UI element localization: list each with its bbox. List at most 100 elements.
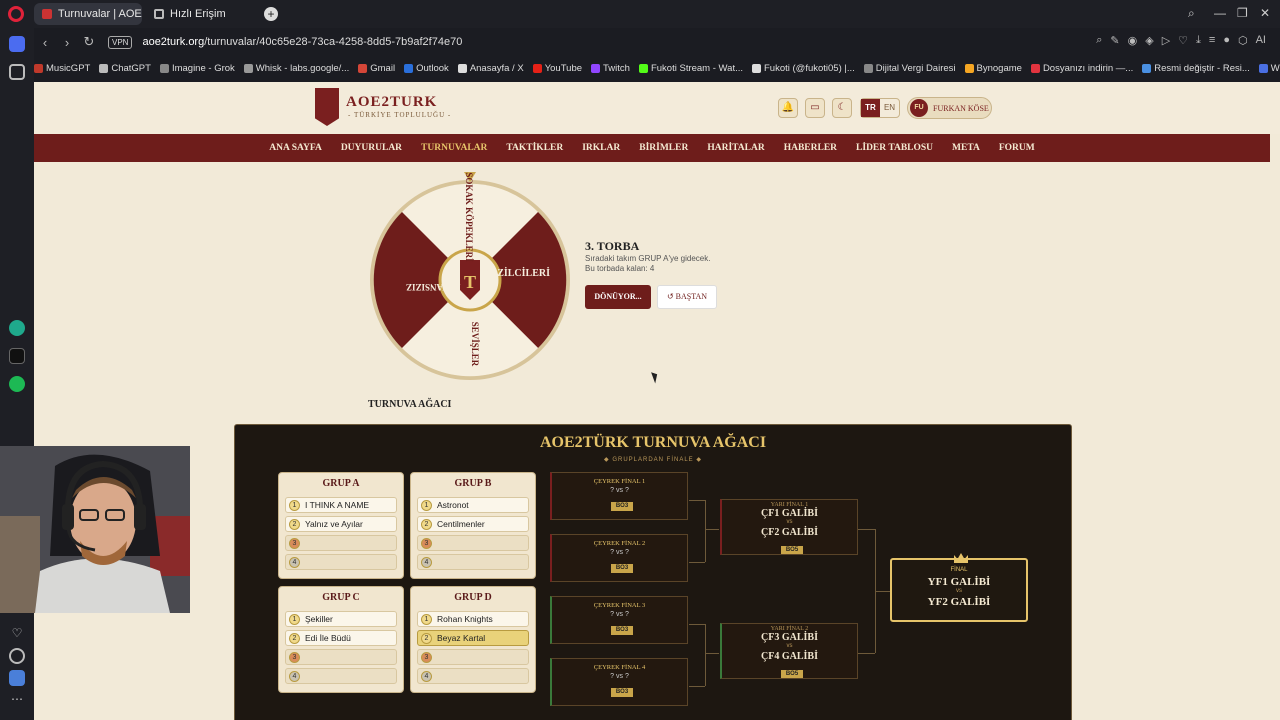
logo-title[interactable]: AOE2TURK: [346, 94, 437, 111]
play-icon[interactable]: ▷: [1162, 34, 1170, 47]
heart-icon[interactable]: ♡: [1178, 34, 1188, 47]
team-slot[interactable]: 2 Centilmenler: [417, 516, 529, 532]
vpn-badge[interactable]: VPN: [108, 35, 133, 49]
edit-icon[interactable]: ✎: [1110, 34, 1119, 47]
final-match[interactable]: FİNAL YF1 GALİBİ vs YF2 GALİBİ: [890, 553, 1028, 622]
close-window-icon[interactable]: ✕: [1260, 6, 1270, 20]
bookmark-item[interactable]: Resmi değiştir - Resi...: [1142, 63, 1250, 74]
bookmark-item[interactable]: ChatGPT: [99, 63, 151, 74]
user-menu[interactable]: FU FURKAN KÖSE: [907, 97, 992, 119]
reload-icon[interactable]: ↻: [78, 34, 100, 50]
home-icon[interactable]: [9, 36, 25, 52]
window-icon[interactable]: ▭: [805, 98, 825, 118]
nav-item[interactable]: HARİTALAR: [707, 143, 764, 153]
team-name: Beyaz Kartal: [437, 633, 486, 643]
tab-turnuvalar[interactable]: Turnuvalar | AOE2TÜR: [34, 3, 142, 25]
browser-toolbar: ⌕ ✎ ◉ ◈ ▷ ♡ ⤓ ≡ ● ⬡ AI: [1096, 34, 1266, 47]
quarterfinal-match[interactable]: ÇEYREK FİNAL 3 ? vs ? BO3: [550, 596, 688, 644]
bookmark-item[interactable]: Fukoti (@fukoti05) |...: [752, 63, 855, 74]
bookmark-item[interactable]: MusicGPT: [34, 63, 90, 74]
bookmark-item[interactable]: Gmail: [358, 63, 395, 74]
team-slot[interactable]: 1 Rohan Knights: [417, 611, 529, 627]
heart-icon[interactable]: ♡: [9, 626, 25, 642]
match-title: ÇEYREK FİNAL 2: [593, 540, 646, 547]
match-teams: ? vs ?: [610, 487, 629, 494]
nav-item[interactable]: DUYURULAR: [341, 143, 402, 153]
quarterfinal-match[interactable]: ÇEYREK FİNAL 2 ? vs ? BO3: [550, 534, 688, 582]
history-clock-icon[interactable]: [9, 648, 25, 664]
bookmark-item[interactable]: Anasayfa / X: [457, 63, 524, 74]
semifinal-match[interactable]: YARI FİNAL 2 ÇF3 GALİBİ vs ÇF4 GALİBİ BO5: [720, 623, 858, 679]
zoom-search-icon[interactable]: ⌕: [1096, 34, 1102, 47]
menu-icon[interactable]: ≡: [1209, 34, 1215, 47]
bookmark-item[interactable]: Whisk - labs.google/...: [243, 63, 349, 74]
team-slot[interactable]: 2 Beyaz Kartal: [417, 630, 529, 646]
chatgpt-icon[interactable]: [9, 320, 25, 336]
extension-icon[interactable]: [9, 670, 25, 686]
team-slot[interactable]: 1 I THINK A NAME: [285, 497, 397, 513]
team-slot[interactable]: 2 Edi İle Büdü: [285, 630, 397, 646]
ai-button[interactable]: AI: [1256, 34, 1266, 47]
section-label: TURNUVA AĞACI: [368, 399, 452, 410]
bookmark-item[interactable]: Dosyanızı indirin —...: [1030, 63, 1133, 74]
spin-button[interactable]: DÖNÜYOR...: [585, 285, 651, 309]
spotify-icon[interactable]: [9, 376, 25, 392]
x-twitter-icon[interactable]: [9, 348, 25, 364]
team-slot[interactable]: 3: [417, 535, 529, 551]
reset-button[interactable]: ↺ BAŞTAN: [657, 285, 717, 309]
team-slot[interactable]: 1 Şekiller: [285, 611, 397, 627]
maximize-icon[interactable]: ❐: [1237, 6, 1248, 20]
forward-arrow-icon[interactable]: ›: [56, 35, 78, 50]
new-tab-plus-icon[interactable]: +: [264, 7, 278, 21]
profile-icon[interactable]: ●: [1223, 34, 1230, 47]
download-icon[interactable]: ⤓: [1196, 34, 1201, 47]
nav-item[interactable]: BİRİMLER: [639, 143, 688, 153]
search-tabs-icon[interactable]: ⌕: [1188, 6, 1195, 21]
team-slot[interactable]: 3: [285, 535, 397, 551]
semifinal-match[interactable]: YARI FİNAL 1 ÇF1 GALİBİ vs ÇF2 GALİBİ BO5: [720, 499, 858, 555]
bookmark-item[interactable]: Dijital Vergi Dairesi: [863, 63, 956, 74]
more-dots-icon[interactable]: ⋯: [9, 692, 25, 708]
nav-item[interactable]: FORUM: [999, 143, 1035, 153]
team-slot[interactable]: 4: [417, 668, 529, 684]
team-slot[interactable]: 3: [285, 649, 397, 665]
lang-tr[interactable]: TR: [861, 99, 880, 117]
aoe2turk-logo-icon[interactable]: [315, 88, 339, 126]
moon-icon[interactable]: ☾: [832, 98, 852, 118]
team-slot[interactable]: 3: [417, 649, 529, 665]
bookmark-item[interactable]: Twitch: [591, 63, 630, 74]
shield-icon[interactable]: ◈: [1145, 34, 1153, 47]
cube-icon[interactable]: ⬡: [1238, 34, 1248, 47]
quarterfinal-match[interactable]: ÇEYREK FİNAL 4 ? vs ? BO3: [550, 658, 688, 706]
url-field[interactable]: aoe2turk.org/turnuvalar/40c65e28-73ca-42…: [142, 36, 462, 48]
bookmark-item[interactable]: Bynogame: [964, 63, 1022, 74]
star-icon[interactable]: [9, 64, 25, 80]
nav-item[interactable]: LİDER TABLOSU: [856, 143, 933, 153]
camera-icon[interactable]: ◉: [1128, 34, 1138, 47]
team-slot[interactable]: 4: [417, 554, 529, 570]
bookmark-item[interactable]: Welcome - Triggerfyre: [1258, 63, 1280, 74]
team-slot[interactable]: 4: [285, 668, 397, 684]
bookmark-item[interactable]: Fukoti Stream - Wat...: [638, 63, 743, 74]
minimize-icon[interactable]: —: [1214, 6, 1226, 20]
group-card: GRUP D 1 Rohan Knights 2 Beyaz Kartal 3 4: [410, 586, 536, 693]
bookmark-item[interactable]: Imagine - Grok: [159, 63, 235, 74]
team-wheel[interactable]: T SOKAK KÖPEKLERİ TC ZİLCİLERİ SEVİŞLER …: [368, 172, 572, 382]
bookmark-item[interactable]: YouTube: [532, 63, 582, 74]
nav-item[interactable]: ANA SAYFA: [269, 143, 322, 153]
opera-logo-icon[interactable]: [8, 6, 24, 22]
quarterfinal-match[interactable]: ÇEYREK FİNAL 1 ? vs ? BO3: [550, 472, 688, 520]
bell-icon[interactable]: 🔔: [778, 98, 798, 118]
nav-item[interactable]: TAKTİKLER: [506, 143, 563, 153]
team-slot[interactable]: 4: [285, 554, 397, 570]
team-slot[interactable]: 2 Yalnız ve Ayılar: [285, 516, 397, 532]
lang-en[interactable]: EN: [880, 99, 899, 117]
back-arrow-icon[interactable]: ‹: [34, 35, 56, 50]
nav-item[interactable]: TURNUVALAR: [421, 143, 487, 153]
tab-hizli-erisim[interactable]: Hızlı Erişim: [146, 3, 258, 25]
nav-item[interactable]: HABERLER: [784, 143, 837, 153]
nav-item[interactable]: IRKLAR: [582, 143, 620, 153]
bookmark-item[interactable]: Outlook: [404, 63, 449, 74]
team-slot[interactable]: 1 Astronot: [417, 497, 529, 513]
nav-item[interactable]: META: [952, 143, 980, 153]
